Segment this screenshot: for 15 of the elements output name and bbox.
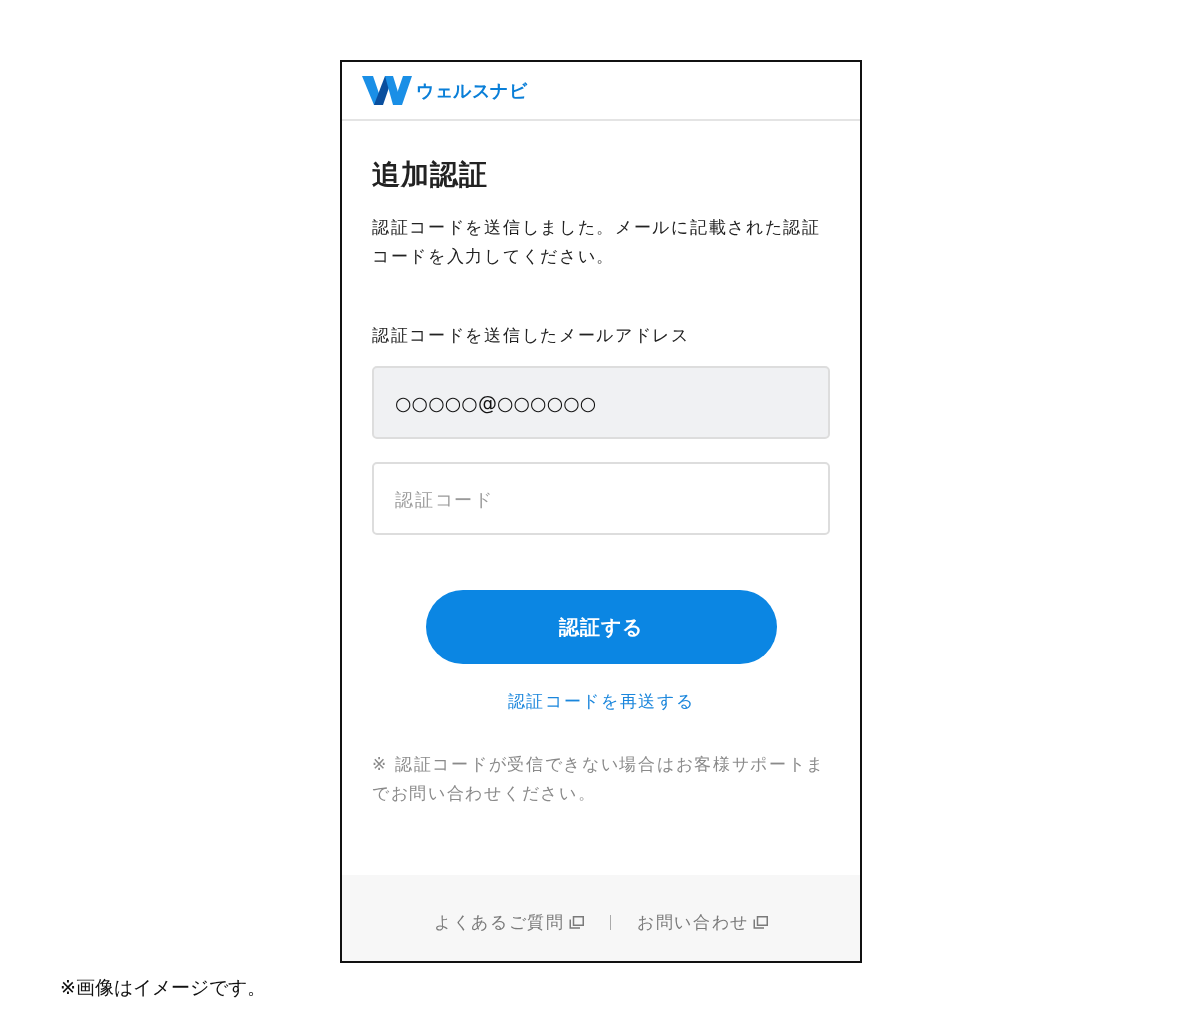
footer-link[interactable]: お問い合わせ xyxy=(636,907,769,937)
code-input-field[interactable]: 認証コード xyxy=(372,462,830,535)
brand-name: ウェルスナビ xyxy=(416,80,527,102)
overlapping-squares-icon xyxy=(753,915,769,929)
w-logo-icon xyxy=(362,75,412,106)
submit-button[interactable]: 認証する xyxy=(425,590,777,664)
resend-link[interactable]: 認証コードを再送する xyxy=(507,687,695,716)
footer-link[interactable]: よくあるご質問 xyxy=(433,907,584,937)
page-title: 追加認証 xyxy=(372,158,489,192)
email-label: 認証コードを送信したメールアドレス xyxy=(372,324,691,347)
description-text: 認証コードを送信しました。メールに記載された認証コードを入力してください。 xyxy=(372,216,822,268)
note-text: ※ 認証コードが受信できない場合はお客様サポートまでお問い合わせください。 xyxy=(372,753,827,805)
email-field: ○○○○○@○○○○○○ xyxy=(372,366,830,439)
caption-text: ※画像はイメージです。 xyxy=(60,975,267,999)
overlapping-squares-icon xyxy=(568,915,584,929)
